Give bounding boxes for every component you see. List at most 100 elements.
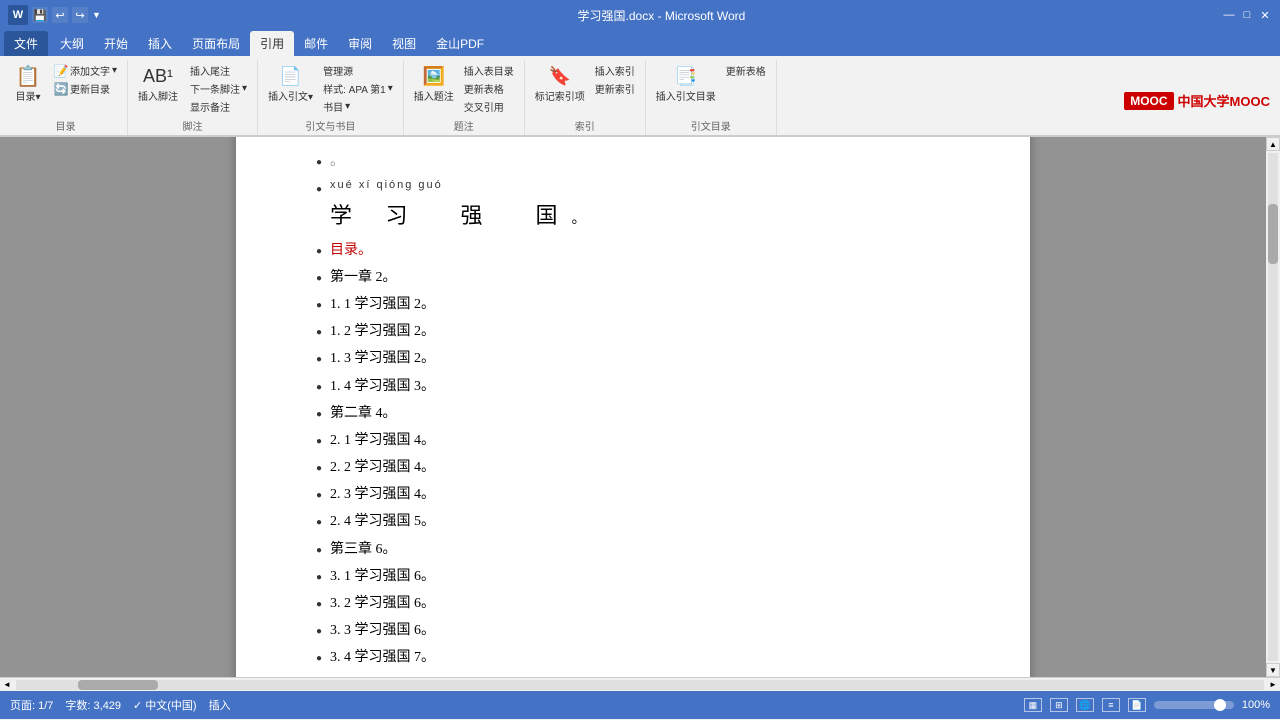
save-icon[interactable]: 💾	[32, 7, 48, 23]
input-mode[interactable]: 插入	[209, 697, 231, 713]
outline-view-icon[interactable]: ≡	[1102, 698, 1120, 712]
read-view-icon[interactable]: ⊞	[1050, 698, 1068, 712]
update-toc-icon: 🔄	[54, 82, 68, 96]
update-table-label: 更新表格	[464, 81, 504, 96]
mark-index-label: 标记索引项	[535, 88, 585, 103]
doc-content: ● 。 ● xué xí qióng guó 学 习 强 国。 ● 目录。	[316, 149, 950, 677]
mark-citation-button[interactable]: 📑 插入引文目录	[652, 62, 720, 105]
update-toc-button[interactable]: 🔄 更新目录	[50, 80, 121, 97]
ch2-text: 第二章 4。	[330, 401, 397, 426]
bullet-2-1: ●	[316, 433, 322, 451]
style-label: 样式: APA 第1	[323, 81, 386, 96]
bullet-1-3: ●	[316, 351, 322, 369]
insert-table-figures-button[interactable]: 插入表目录	[460, 62, 518, 79]
ch1-text: 第一章 2。	[330, 265, 397, 290]
update-table2-button[interactable]: 更新表格	[722, 62, 770, 79]
web-view-icon[interactable]: 🌐	[1076, 698, 1094, 712]
show-notes-button[interactable]: 显示备注	[186, 98, 251, 115]
update-table2-label: 更新表格	[726, 63, 766, 78]
bullet-item-title: ● xué xí qióng guó 学 习 强 国。	[316, 176, 950, 235]
ribbon-tabs: 文件 大纲 开始 插入 页面布局 引用 邮件 审阅 视图 金山PDF	[0, 30, 1280, 56]
page-info: 页面: 1/7	[10, 697, 53, 713]
insert-endnote-button[interactable]: 插入尾注	[186, 62, 251, 79]
style-button[interactable]: 样式: APA 第1▾	[319, 80, 397, 97]
redo-icon[interactable]: ↪	[72, 7, 88, 23]
bibliography-button[interactable]: 书目▾	[319, 98, 397, 115]
bullet-dot-title: ●	[316, 181, 322, 199]
insert-footnote-button[interactable]: AB¹ 插入脚注	[134, 62, 182, 105]
toc-3-3-text: 3. 3 学习强国 6。	[330, 618, 435, 643]
toc-label: 目录▾	[15, 88, 40, 103]
close-button[interactable]: ✕	[1258, 8, 1272, 22]
minimize-button[interactable]: —	[1222, 8, 1236, 22]
hscroll-track[interactable]	[16, 680, 1264, 690]
ribbon-content: 📋 目录▾ 📝 添加文字▾ 🔄 更新目录 目录	[0, 56, 1280, 136]
tab-view[interactable]: 视图	[382, 31, 426, 56]
update-toc-label: 更新目录	[70, 81, 110, 96]
hscroll-right-arrow[interactable]: ►	[1266, 678, 1280, 692]
horizontal-scrollbar[interactable]: ◄ ►	[0, 677, 1280, 691]
toc-2-2: ● 2. 2 学习强国 4。	[316, 455, 950, 480]
tab-file[interactable]: 文件	[4, 31, 48, 56]
tab-jinshan[interactable]: 金山PDF	[426, 31, 494, 56]
undo-icon[interactable]: ↩	[52, 7, 68, 23]
bullet-2-4: ●	[316, 514, 322, 532]
print-view-icon[interactable]: ▦	[1024, 698, 1042, 712]
manage-sources-button[interactable]: 管理源	[319, 62, 397, 79]
cross-ref-button[interactable]: 交叉引用	[460, 98, 518, 115]
tab-mailings[interactable]: 邮件	[294, 31, 338, 56]
scroll-thumb[interactable]	[1268, 204, 1278, 264]
mark-index-button[interactable]: 🔖 标记索引项	[531, 62, 589, 105]
window-title: 学习强国.docx - Microsoft Word	[101, 7, 1222, 24]
tab-outline[interactable]: 大纲	[50, 31, 94, 56]
update-index-button[interactable]: 更新索引	[591, 80, 639, 97]
bullet-dot-ch3: ●	[316, 542, 322, 560]
mooc-logo: MOOC 中国大学MOOC	[1124, 91, 1270, 110]
toc-icon: 📋	[16, 64, 40, 88]
draft-view-icon[interactable]: 📄	[1128, 698, 1146, 712]
tab-page-layout[interactable]: 页面布局	[182, 31, 250, 56]
toc-button[interactable]: 📋 目录▾	[10, 62, 46, 105]
zoom-slider[interactable]	[1154, 701, 1234, 709]
tab-insert[interactable]: 插入	[138, 31, 182, 56]
group-footnote: AB¹ 插入脚注 插入尾注 下一条脚注▾ 显示备注 脚注	[128, 60, 258, 135]
add-text-button[interactable]: 📝 添加文字▾	[50, 62, 121, 79]
document-area[interactable]: ● 。 ● xué xí qióng guó 学 习 强 国。 ● 目录。	[0, 137, 1266, 677]
next-footnote-button[interactable]: 下一条脚注▾	[186, 80, 251, 97]
insert-citation-button[interactable]: 📄 插入引文▾	[264, 62, 317, 105]
group-citation-content: 📄 插入引文▾ 管理源 样式: APA 第1▾ 书目▾	[264, 62, 397, 116]
toc-2-2-text: 2. 2 学习强国 4。	[330, 455, 435, 480]
insert-caption-button[interactable]: 🖼️ 插入题注	[410, 62, 458, 105]
lang-indicator: ✓ 中文(中国)	[133, 697, 197, 713]
vertical-scrollbar[interactable]: ▲ ▼	[1266, 137, 1280, 677]
maximize-button[interactable]: □	[1240, 8, 1254, 22]
bibliography-label: 书目	[323, 99, 343, 114]
mooc-text: 中国大学MOOC	[1178, 91, 1270, 110]
word-count-text: 字数: 3,429	[65, 697, 121, 713]
statusbar-left: 页面: 1/7 字数: 3,429 ✓ 中文(中国) 插入	[10, 697, 231, 713]
scroll-down-arrow[interactable]: ▼	[1266, 663, 1280, 677]
titlebar-controls: — □ ✕	[1222, 8, 1272, 22]
group-index: 🔖 标记索引项 插入索引 更新索引 索引	[525, 60, 646, 135]
hscroll-thumb[interactable]	[78, 680, 158, 690]
toc-3-1: ● 3. 1 学习强国 6。	[316, 564, 950, 589]
tab-home[interactable]: 开始	[94, 31, 138, 56]
insert-index-button[interactable]: 插入索引	[591, 62, 639, 79]
update-table-button[interactable]: 更新表格	[460, 80, 518, 97]
scroll-track[interactable]	[1268, 153, 1278, 661]
tab-review[interactable]: 审阅	[338, 31, 382, 56]
scroll-up-arrow[interactable]: ▲	[1266, 137, 1280, 151]
toc-1-1: ● 1. 1 学习强国 2。	[316, 292, 950, 317]
group-citation: 📄 插入引文▾ 管理源 样式: APA 第1▾ 书目▾ 引文与书目	[258, 60, 404, 135]
pinyin-text: xué xí qióng guó	[330, 176, 600, 196]
bullet-3-1: ●	[316, 569, 322, 587]
group-caption-content: 🖼️ 插入题注 插入表目录 更新表格 交叉引用	[410, 62, 518, 116]
statusbar-right: ▦ ⊞ 🌐 ≡ 📄 100%	[1024, 698, 1270, 712]
quick-access-expand[interactable]: ▼	[92, 10, 101, 20]
bullet-item-empty2: ● 。	[316, 673, 950, 677]
statusbar: 页面: 1/7 字数: 3,429 ✓ 中文(中国) 插入 ▦ ⊞ 🌐 ≡ 📄 …	[0, 691, 1280, 719]
group-toc: 📋 目录▾ 📝 添加文字▾ 🔄 更新目录 目录	[4, 60, 128, 135]
hscroll-left-arrow[interactable]: ◄	[0, 678, 14, 692]
tab-references[interactable]: 引用	[250, 31, 294, 56]
insert-index-label: 插入索引	[595, 63, 635, 78]
